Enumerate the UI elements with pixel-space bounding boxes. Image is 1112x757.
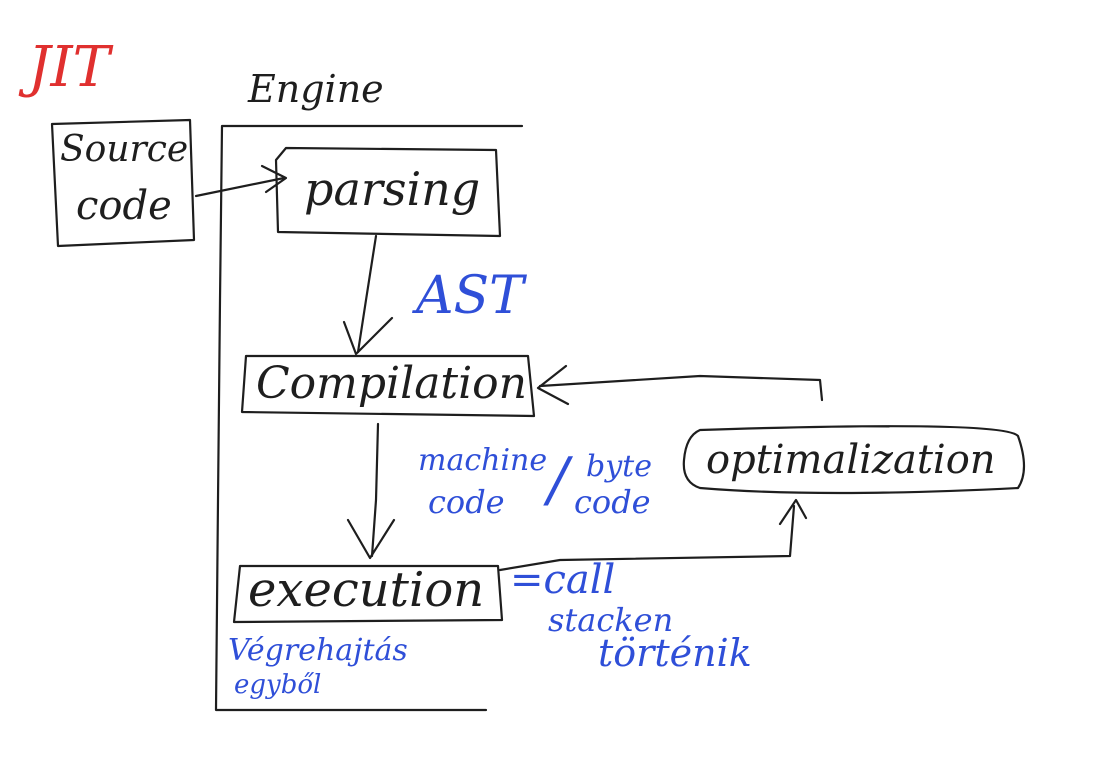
jit-title: JIT [28, 35, 110, 100]
parsing-label: parsing [304, 162, 481, 216]
vegrehajtas-label: Végrehajtás [228, 633, 408, 668]
arrow-compilation-to-execution [370, 422, 380, 558]
execution-label: execution [248, 562, 485, 618]
ast-label: AST [416, 266, 524, 326]
arrow-parsing-to-compilation [356, 234, 378, 354]
arrowhead-execution [346, 518, 396, 560]
arrow-source-to-parsing [194, 176, 286, 198]
code-left-label: code [428, 483, 505, 521]
byte-label: byte [586, 449, 652, 484]
source-code-label-line1: Source [60, 129, 189, 170]
egybol-label: egyből [234, 670, 322, 700]
call-label: =call [510, 557, 616, 603]
optimization-label: optimalization [706, 437, 996, 483]
slash-label: / [548, 445, 569, 515]
arrowhead-compilation [342, 316, 394, 356]
arrow-optimization-to-compilation [538, 374, 824, 402]
machine-label: machine [418, 443, 548, 478]
compilation-label: Compilation [256, 358, 528, 409]
code-right-label: code [574, 483, 651, 521]
engine-label: Engine [248, 67, 384, 111]
diagram-canvas [50, 118, 1026, 712]
source-code-label-line2: code [76, 183, 172, 229]
tortenik-label: történik [598, 631, 752, 675]
